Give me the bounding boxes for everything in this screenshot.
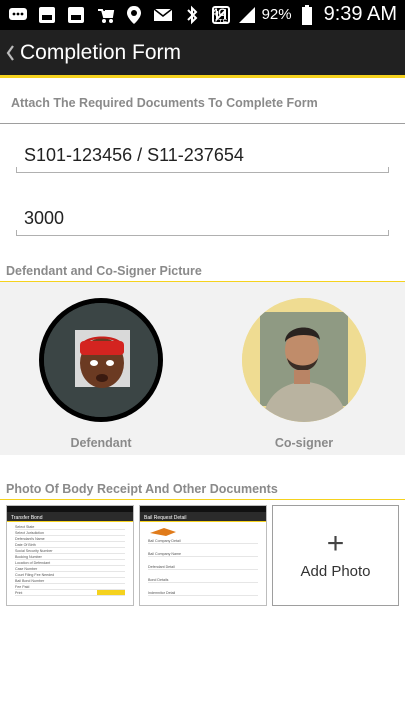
back-icon[interactable]	[2, 41, 18, 65]
thumb-row-line	[15, 577, 125, 578]
thumb-row-label: Defendant Detail	[148, 565, 175, 569]
thumb-row-line	[148, 543, 258, 544]
pictures-header-label: Defendant and Co-Signer Picture	[6, 264, 202, 278]
svg-text:4G: 4G	[212, 7, 227, 19]
thumb-row-line	[15, 547, 125, 548]
battery-icon	[297, 4, 317, 25]
thumb-row-label: Case Number	[15, 567, 38, 571]
thumb1-title: Transfer Bond	[11, 515, 43, 521]
chat-icon	[8, 5, 28, 25]
thumb-row-label: Print	[15, 591, 22, 595]
add-photo-label: Add Photo	[300, 563, 371, 580]
thumb-row-line	[148, 582, 258, 583]
pictures-panel: Defendant Co-signer	[0, 282, 405, 455]
document-thumbnail-1[interactable]: Transfer Bond Select State Select Jurisdi…	[6, 505, 134, 606]
thumb-row-line	[15, 535, 125, 536]
gallery-icon	[37, 5, 57, 25]
lte-icon: 4G LTE	[212, 5, 232, 25]
thumb-row-label: Fee Paid	[15, 585, 29, 589]
mail-icon	[153, 5, 173, 25]
thumb-row-line	[148, 569, 258, 570]
thumb-row-label: Location of Defendant	[15, 561, 50, 565]
thumb-row-line	[15, 571, 125, 572]
plus-icon: +	[326, 527, 345, 560]
thumb-row-label: Booking Number	[15, 555, 43, 559]
thumb-row-line	[15, 583, 125, 584]
svg-text:LTE: LTE	[215, 19, 228, 25]
thumb-row-label: Indemnitor Detail	[148, 591, 175, 595]
thumb-row-label: Bail Bond Number	[15, 579, 45, 583]
clock: 9:39 AM	[323, 3, 397, 25]
thumb-row-label: Bail Company Detail	[148, 539, 181, 543]
location-icon	[124, 5, 144, 25]
signal-icon	[237, 5, 257, 25]
documents-header: Photo Of Body Receipt And Other Document…	[0, 478, 405, 500]
amount-field[interactable]	[16, 202, 389, 236]
thumb-row-line	[148, 556, 258, 557]
cosigner-photo[interactable]	[242, 298, 366, 422]
attach-documents-label: Attach The Required Documents To Complet…	[11, 96, 318, 110]
bluetooth-icon	[182, 5, 202, 25]
battery-percent: 92%	[261, 6, 292, 23]
document-thumbnail-2[interactable]: Bail Request Detail Bail Company Detail B…	[139, 505, 267, 606]
gallery-icon	[66, 5, 86, 25]
thumb-row-label: Defendant's Name	[15, 537, 45, 541]
thumb-row-line	[15, 541, 125, 542]
thumb-row-line	[148, 595, 258, 596]
amount-input[interactable]	[16, 202, 389, 234]
stroller-icon	[95, 5, 115, 25]
cosigner-picture[interactable]: Co-signer	[242, 298, 366, 450]
thumb-row-line	[15, 565, 125, 566]
thumb-row-line	[15, 553, 125, 554]
status-bar: 4G LTE 92% 9:39 AM	[0, 0, 405, 30]
page-title: Completion Form	[20, 40, 182, 64]
attach-documents-header: Attach The Required Documents To Complet…	[0, 88, 405, 124]
case-number-input[interactable]	[16, 139, 389, 171]
thumb-row-label: Court Filing Fee Needed	[15, 573, 54, 577]
app-bar: Completion Form	[0, 30, 405, 78]
defendant-label: Defendant	[70, 436, 132, 450]
thumb-row-label: Bail Company Name	[148, 552, 181, 556]
cosigner-label: Co-signer	[274, 436, 334, 450]
case-number-field[interactable]	[16, 139, 389, 173]
thumb-row-label: Select Jurisdiction	[15, 531, 44, 535]
defendant-photo[interactable]	[39, 298, 163, 422]
thumb-row-label: Date Of Birth	[15, 543, 36, 547]
thumb-row-label: Bond Details	[148, 578, 169, 582]
thumb-row-label: Social Security Number	[15, 549, 53, 553]
defendant-picture[interactable]: Defendant	[39, 298, 163, 450]
thumb-row-line	[15, 529, 125, 530]
documents-header-label: Photo Of Body Receipt And Other Document…	[6, 482, 278, 496]
thumb-row-line	[15, 589, 125, 590]
thumb-row-line	[15, 595, 125, 596]
thumb-row-label: Select State	[15, 525, 34, 529]
add-photo-button[interactable]: + Add Photo	[272, 505, 399, 606]
pictures-header: Defendant and Co-Signer Picture	[0, 258, 405, 282]
thumb2-title: Bail Request Detail	[144, 515, 187, 521]
thumb-row-line	[15, 559, 125, 560]
screen: 4G LTE 92% 9:39 AM Completion Form Attach…	[0, 0, 405, 720]
